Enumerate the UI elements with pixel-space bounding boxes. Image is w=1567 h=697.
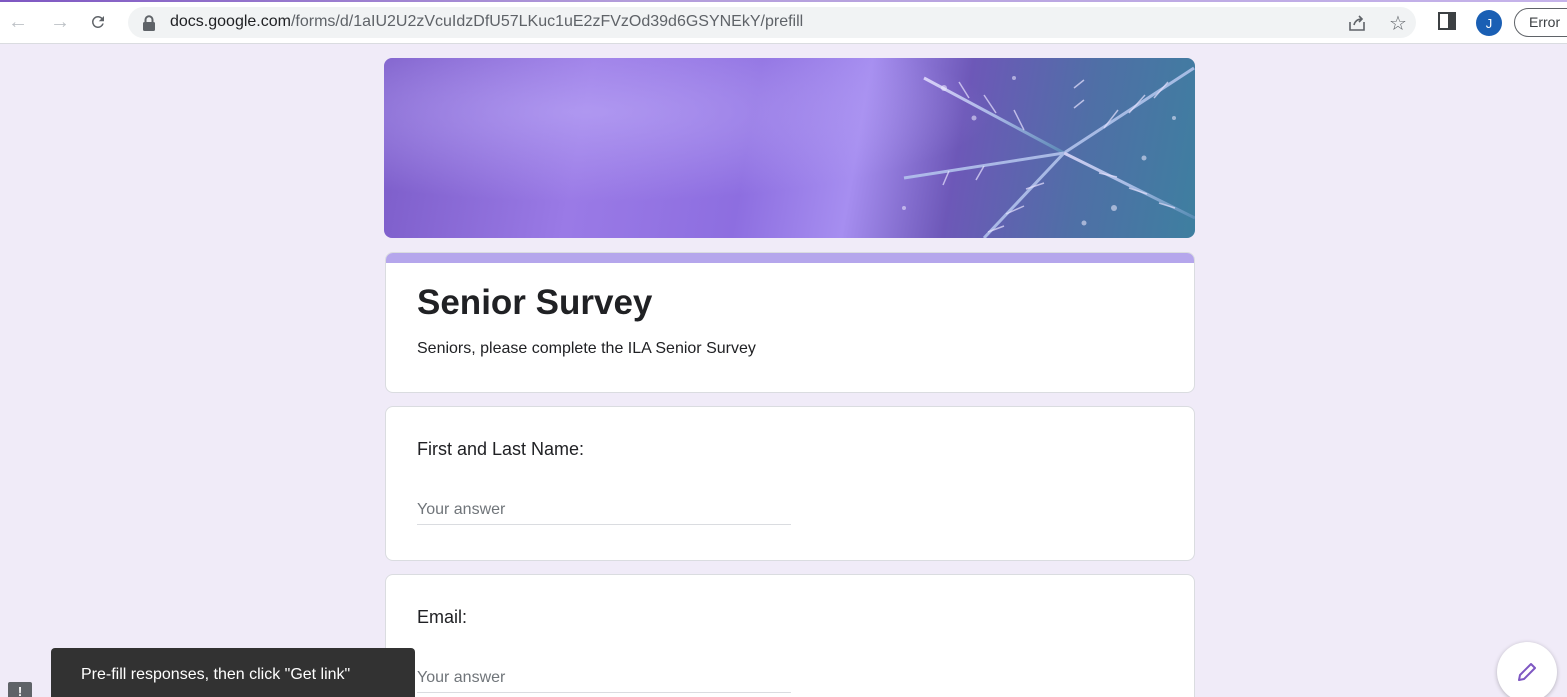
reload-button[interactable] [84, 8, 112, 36]
edit-fab-button[interactable] [1497, 642, 1557, 697]
url-path: /forms/d/1aIU2U2zVcuIdzDfU57LKuc1uE2zFVz… [290, 13, 804, 30]
form-description: Seniors, please complete the ILA Senior … [417, 340, 756, 357]
address-bar[interactable]: docs.google.com/forms/d/1aIU2U2zVcuIdzDf… [128, 7, 1416, 38]
feedback-icon: ! [17, 684, 23, 697]
arrow-right-icon: → [50, 10, 70, 33]
pencil-icon [1518, 663, 1536, 681]
profile-avatar[interactable]: J [1476, 10, 1502, 36]
reload-icon [91, 15, 104, 28]
question-label: First and Last Name: [417, 439, 585, 459]
arrow-left-icon: ← [8, 10, 28, 33]
bookmark-button[interactable]: ☆ [1387, 12, 1409, 35]
back-button[interactable]: ← [4, 8, 32, 36]
email-input[interactable] [417, 663, 791, 693]
star-icon: ☆ [1389, 12, 1407, 35]
name-input[interactable] [417, 495, 791, 525]
form-title-card: Senior Survey Seniors, please complete t… [385, 252, 1195, 393]
share-button[interactable] [1346, 12, 1368, 34]
url-host: docs.google.com [170, 13, 291, 30]
question-card-email: Email: [385, 574, 1195, 697]
question-label: Email: [417, 607, 468, 627]
browser-toolbar: ← → docs.google.com/forms/d/1aIU2U2zVcuI… [0, 0, 1567, 44]
forward-button[interactable]: → [46, 8, 74, 36]
lock-icon [143, 15, 155, 31]
snackbar: Pre-fill responses, then click "Get link… [51, 648, 415, 697]
form-title: Senior Survey [417, 283, 653, 322]
snowflake-illustration [384, 58, 1195, 238]
url-text[interactable]: docs.google.com/forms/d/1aIU2U2zVcuIdzDf… [170, 13, 803, 31]
error-chip[interactable]: Error [1514, 8, 1567, 37]
form-header-image [384, 58, 1195, 238]
side-panel-icon[interactable] [1438, 12, 1456, 30]
title-card-accent-bar [386, 253, 1194, 263]
tab-strip-edge [0, 0, 1567, 2]
snackbar-message: Pre-fill responses, then click "Get link… [81, 666, 351, 683]
share-icon [1349, 15, 1365, 31]
question-card-name: First and Last Name: [385, 406, 1195, 561]
feedback-button[interactable]: ! [8, 682, 32, 697]
